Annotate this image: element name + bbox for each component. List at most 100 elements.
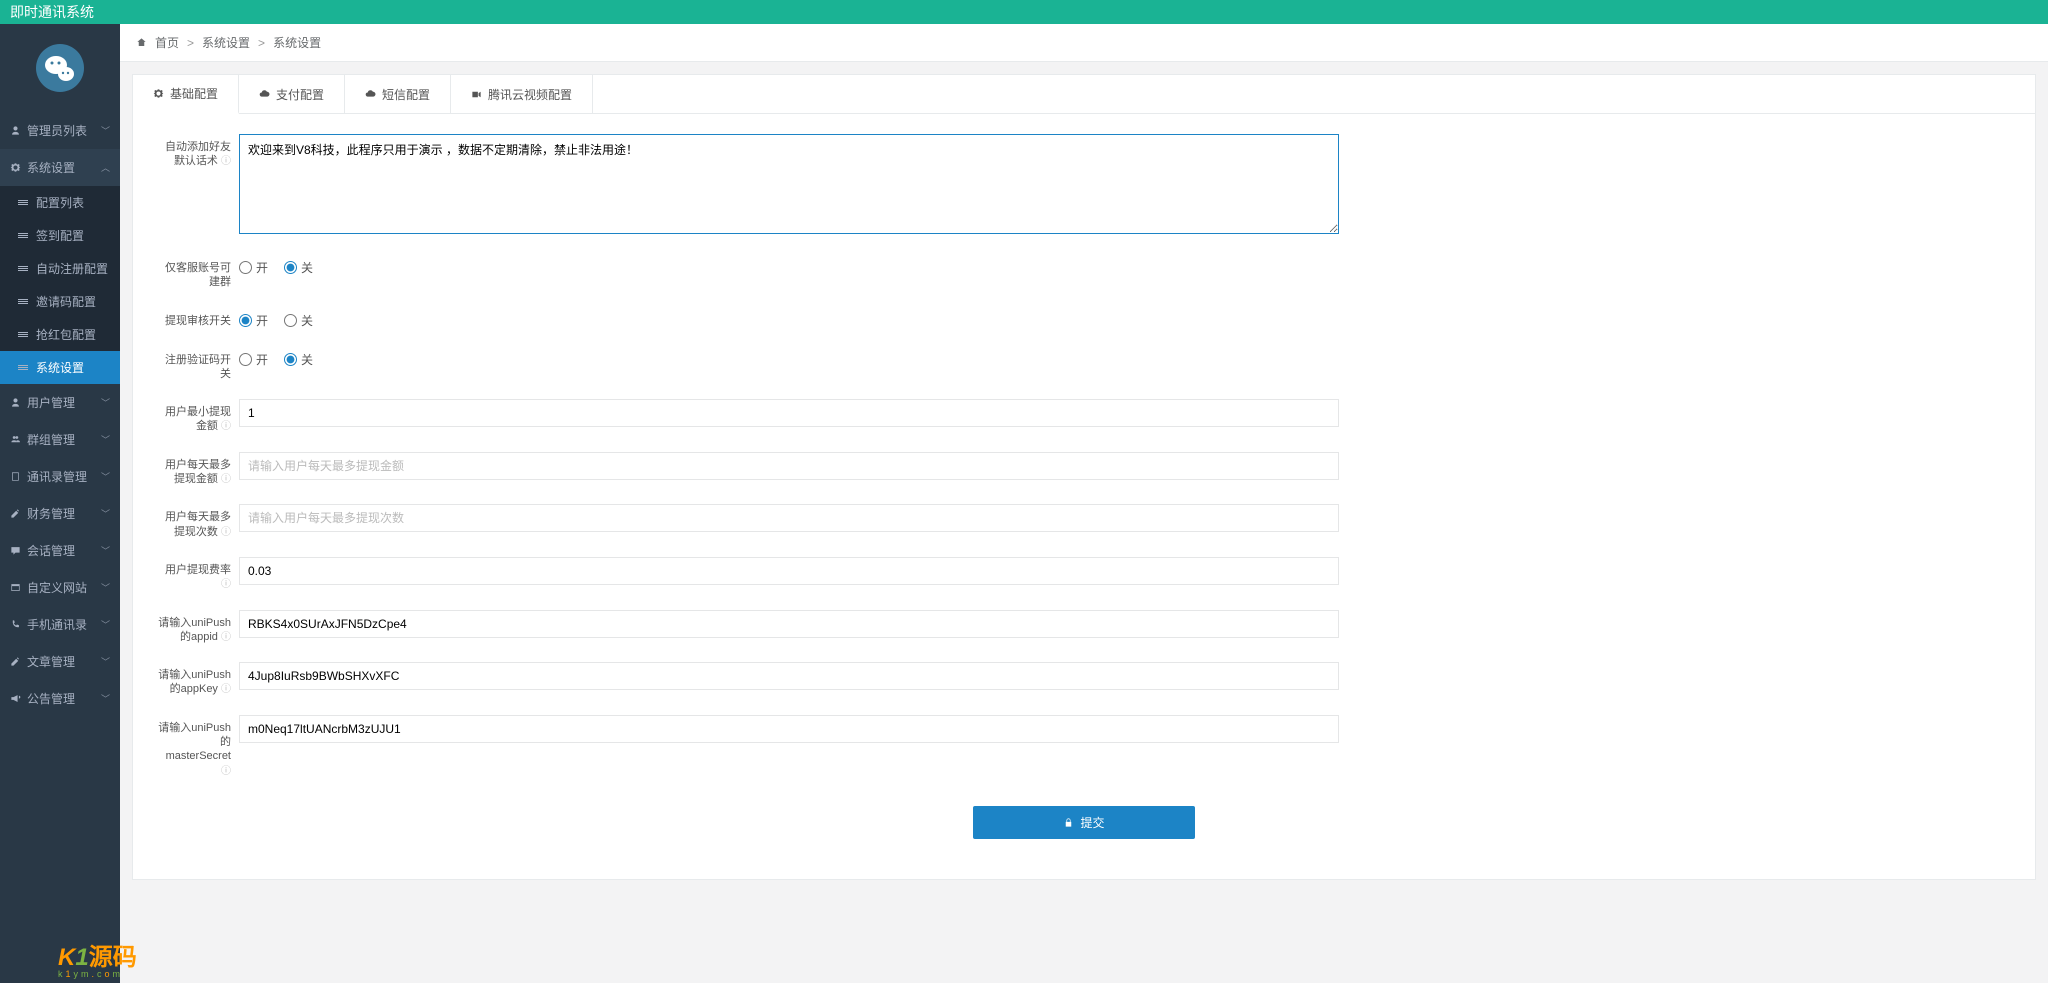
home-icon [136,37,147,48]
breadcrumb-l1[interactable]: 系统设置 [202,34,250,51]
sidebar-sub-system-settings[interactable]: 系统设置 [0,351,120,384]
radio-register-captcha: 开 关 [239,347,1339,368]
user-icon [10,125,21,136]
content-panel: 基础配置 支付配置 短信配置 腾讯云视频配置 自动添加好友默认话术 ⓘ [132,74,2036,880]
chevron-down-icon: ﹀ [101,618,110,631]
sidebar-logo [0,24,120,112]
radio-withdraw-audit: 开 关 [239,308,1339,329]
label-unipush-appid: 请输入uniPush的appid ⓘ [157,610,239,645]
breadcrumb-sep: > [187,36,194,50]
tabs: 基础配置 支付配置 短信配置 腾讯云视频配置 [133,75,2035,114]
sidebar-item-system-settings[interactable]: 系统设置 ︿ [0,149,120,186]
chevron-down-icon: ﹀ [101,581,110,594]
label-only-cs: 仅客服账号可建群 [157,255,239,290]
input-unipush-appid[interactable] [239,610,1339,638]
sidebar-sub-invite-code[interactable]: 邀请码配置 [0,285,120,318]
users-icon [10,434,21,445]
input-unipush-appkey[interactable] [239,662,1339,690]
sidebar-item-session-mgmt[interactable]: 会话管理﹀ [0,532,120,569]
bars-icon [18,299,28,304]
radio-register-captcha-on[interactable] [239,353,252,366]
chevron-down-icon: ﹀ [101,655,110,668]
chevron-down-icon: ﹀ [101,544,110,557]
bullhorn-icon [10,693,21,704]
gear-icon [153,88,164,99]
label-withdraw-audit: 提现审核开关 [157,308,239,328]
sidebar-item-admin-list[interactable]: 管理员列表 ﹀ [0,112,120,149]
chat-icon [10,545,21,556]
label-unipush-secret: 请输入uniPush的masterSecret ⓘ [157,715,239,778]
user-icon [10,397,21,408]
chevron-down-icon: ﹀ [101,507,110,520]
cloud-icon [259,89,270,100]
top-header: 即时通讯系统 [0,0,2048,24]
sidebar-item-contacts-mgmt[interactable]: 通讯录管理﹀ [0,458,120,495]
radio-withdraw-audit-on[interactable] [239,314,252,327]
breadcrumb-sep: > [258,36,265,50]
label-register-captcha: 注册验证码开关 [157,347,239,382]
input-min-withdraw[interactable] [239,399,1339,427]
bars-icon [18,200,28,205]
sidebar-label: 管理员列表 [27,122,87,139]
sidebar-item-group-mgmt[interactable]: 群组管理﹀ [0,421,120,458]
input-unipush-secret[interactable] [239,715,1339,743]
bars-icon [18,266,28,271]
bars-icon [18,233,28,238]
chevron-up-icon: ︿ [101,161,110,174]
radio-only-cs-on[interactable] [239,261,252,274]
window-icon [10,582,21,593]
lock-icon [1063,817,1074,828]
chevron-down-icon: ﹀ [101,124,110,137]
chat-logo-icon [36,44,84,92]
sidebar-item-phone-contacts[interactable]: 手机通讯录﹀ [0,606,120,643]
radio-only-cs-off[interactable] [284,261,297,274]
breadcrumb-l2: 系统设置 [273,34,321,51]
label-daily-max-count: 用户每天最多提现次数 ⓘ [157,504,239,539]
book-icon [10,471,21,482]
chevron-down-icon: ﹀ [101,692,110,705]
gear-icon [10,162,21,173]
chevron-down-icon: ﹀ [101,470,110,483]
sidebar: 管理员列表 ﹀ 系统设置 ︿ 配置列表 签到配置 自动注册配置 邀请码配置 抢红… [0,24,120,983]
bars-icon [18,332,28,337]
label-daily-max-amount: 用户每天最多提现金额 ⓘ [157,452,239,487]
input-withdraw-rate[interactable] [239,557,1339,585]
input-daily-max-amount[interactable] [239,452,1339,480]
radio-only-cs: 开 关 [239,255,1339,276]
sidebar-item-notice-mgmt[interactable]: 公告管理﹀ [0,680,120,717]
textarea-auto-add-friend[interactable] [239,134,1339,234]
sidebar-item-custom-site[interactable]: 自定义网站﹀ [0,569,120,606]
tab-basic[interactable]: 基础配置 [133,75,239,114]
submit-button[interactable]: 提交 [973,806,1194,839]
sidebar-item-article-mgmt[interactable]: 文章管理﹀ [0,643,120,680]
phone-icon [10,619,21,630]
chevron-down-icon: ﹀ [101,396,110,409]
form-area: 自动添加好友默认话术 ⓘ 仅客服账号可建群 开 关 提现审核开 [133,114,2035,879]
sidebar-sub-auto-register[interactable]: 自动注册配置 [0,252,120,285]
tab-tencent[interactable]: 腾讯云视频配置 [451,75,593,113]
sidebar-label: 系统设置 [27,159,75,176]
chevron-down-icon: ﹀ [101,433,110,446]
edit-icon [10,656,21,667]
sidebar-item-finance-mgmt[interactable]: 财务管理﹀ [0,495,120,532]
app-title: 即时通讯系统 [10,2,94,22]
tab-pay[interactable]: 支付配置 [239,75,345,113]
sidebar-sub-config-list[interactable]: 配置列表 [0,186,120,219]
breadcrumb-home[interactable]: 首页 [155,34,179,51]
input-daily-max-count[interactable] [239,504,1339,532]
edit-icon [10,508,21,519]
sidebar-sub-signin[interactable]: 签到配置 [0,219,120,252]
sidebar-submenu: 配置列表 签到配置 自动注册配置 邀请码配置 抢红包配置 系统设置 [0,186,120,384]
radio-withdraw-audit-off[interactable] [284,314,297,327]
tab-sms[interactable]: 短信配置 [345,75,451,113]
label-unipush-appkey: 请输入uniPush的appKey ⓘ [157,662,239,697]
label-withdraw-rate: 用户提现费率 ⓘ [157,557,239,592]
cloud-icon [365,89,376,100]
sidebar-item-user-mgmt[interactable]: 用户管理﹀ [0,384,120,421]
video-icon [471,89,482,100]
label-min-withdraw: 用户最小提现金额 ⓘ [157,399,239,434]
breadcrumb: 首页 > 系统设置 > 系统设置 [120,24,2048,62]
label-auto-add-friend: 自动添加好友默认话术 ⓘ [157,134,239,169]
radio-register-captcha-off[interactable] [284,353,297,366]
sidebar-sub-red-packet[interactable]: 抢红包配置 [0,318,120,351]
